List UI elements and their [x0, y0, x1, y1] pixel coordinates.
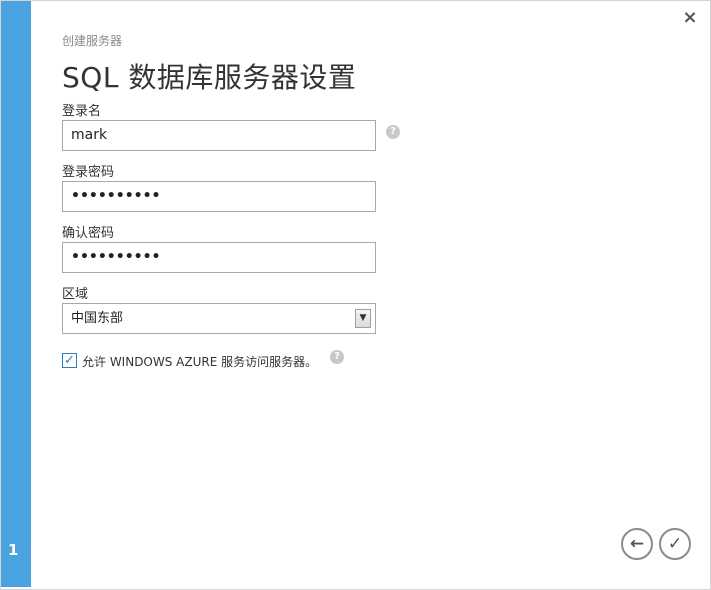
login-help-icon[interactable]: ? [386, 125, 400, 139]
login-name-input[interactable]: mark [62, 120, 376, 151]
allow-azure-label[interactable]: 允许 WINDOWS AZURE 服务访问服务器。 [82, 353, 317, 370]
chevron-down-icon[interactable]: ▼ [355, 309, 371, 328]
confirm-password-input[interactable]: •••••••••• [62, 242, 376, 273]
region-select[interactable]: 中国东部 ▼ [62, 303, 376, 334]
page-title: SQL 数据库服务器设置 [62, 61, 357, 94]
password-input[interactable]: •••••••••• [62, 181, 376, 212]
confirm-password-label: 确认密码 [62, 226, 115, 241]
close-icon[interactable]: × [682, 9, 698, 27]
wizard-subtitle: 创建服务器 [62, 34, 123, 48]
step-sidebar: 1 [1, 1, 31, 587]
region-selected-value: 中国东部 [71, 311, 124, 326]
password-label: 登录密码 [62, 165, 115, 180]
region-label: 区域 [62, 287, 89, 302]
allow-help-icon[interactable]: ? [330, 350, 344, 364]
login-name-label: 登录名 [62, 104, 102, 119]
allow-azure-checkbox[interactable]: ✓ [62, 353, 77, 368]
back-button[interactable]: ← [621, 528, 653, 560]
finish-button[interactable]: ✓ [659, 528, 691, 560]
step-number: 1 [8, 541, 19, 559]
